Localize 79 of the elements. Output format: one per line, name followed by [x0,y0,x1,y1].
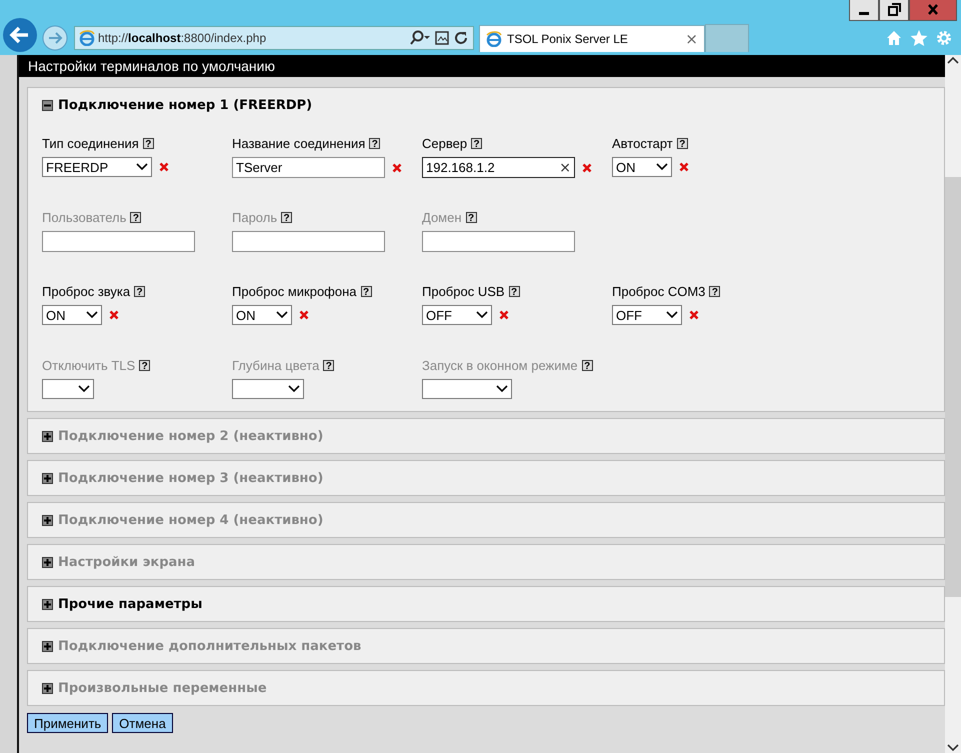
dropdown[interactable]: FREERDP [42,157,152,177]
field-label: Пароль [232,210,278,224]
expand-icon[interactable] [42,682,53,694]
input-field[interactable] [422,231,575,252]
url-text: http://localhost:8800/index.php [98,31,268,45]
caret-icon [656,163,668,171]
field-label: Отключить TLS [42,358,136,372]
field-label: Проброс USB [422,284,505,298]
field-label: Автостарт [612,136,673,150]
input-field[interactable]: TServer [232,157,385,178]
tab-title: TSOL Ponix Server LE [507,32,629,46]
caret-icon [276,311,288,319]
scrollbar[interactable] [945,55,961,753]
field-label: Запуск в оконном режиме [422,358,578,372]
field-label: Проброс звука [42,284,130,298]
input-field[interactable]: 192.168.1.2 × [422,157,575,178]
field-label: Название соединения [232,136,366,150]
input-field[interactable] [42,231,195,252]
caret-icon [666,311,678,319]
back-icon[interactable] [2,17,38,53]
dropdown[interactable]: ON [232,305,292,325]
help-icon[interactable]: ? [142,138,154,148]
field-label: Пользователь [42,210,126,224]
help-icon[interactable]: ? [323,360,334,370]
cancel-button[interactable]: Отмена [112,713,173,733]
help-icon[interactable]: ? [508,286,520,296]
scroll-thumb[interactable] [945,177,961,597]
dropdown[interactable]: OFF [422,305,492,325]
dropdown[interactable]: ON [42,305,102,325]
help-icon[interactable]: ? [369,138,380,148]
restore-icon[interactable] [879,0,909,21]
collapse-icon[interactable] [42,100,53,110]
address-bar[interactable]: http://localhost:8800/index.php [74,26,474,50]
expand-icon[interactable] [42,640,53,652]
section-title[interactable]: Прочие параметры [58,596,202,612]
help-icon[interactable]: ? [466,212,477,222]
caret-icon [78,385,90,393]
help-icon[interactable]: ? [676,138,688,148]
field-label: Домен [422,210,462,224]
expand-icon[interactable] [42,514,53,526]
close-icon[interactable] [909,0,957,21]
field-label: Проброс микрофона [232,284,357,298]
star-icon[interactable] [910,29,928,47]
help-icon[interactable]: ? [134,286,146,296]
section-title[interactable]: Подключение номер 1 (FREERDP) [58,98,312,112]
browser-logo-icon [486,30,502,46]
input-field[interactable] [232,231,385,252]
field-label: Сервер [422,136,468,150]
refresh-icon[interactable] [453,30,469,46]
expand-icon[interactable] [42,598,53,610]
help-icon[interactable]: ? [130,212,142,222]
help-icon[interactable]: ? [709,286,720,296]
dropdown[interactable]: OFF [612,305,682,325]
caret-icon [288,385,300,393]
help-icon[interactable]: ? [139,360,150,370]
field-label: Тип соединения [42,136,139,150]
help-icon[interactable]: ? [281,212,292,222]
expand-icon[interactable] [42,430,53,442]
field-label: Глубина цвета [232,358,320,372]
help-icon[interactable]: ? [360,286,372,296]
minimize-icon[interactable] [849,0,879,21]
browser-logo-icon [79,30,95,46]
help-icon[interactable]: ? [471,138,482,148]
caret-icon [86,311,98,319]
page-title: Настройки терминалов по умолчанию [28,58,275,74]
caret-icon [496,385,508,393]
field-label: Проброс COM3 [612,284,706,298]
caret-icon [476,311,488,319]
search-icon[interactable] [409,30,431,46]
compatibility-icon[interactable] [434,30,450,46]
caret-icon [136,163,148,171]
dropdown[interactable]: ON [612,157,672,177]
tab-close-button[interactable]: × [685,30,698,48]
expand-icon[interactable] [42,556,53,568]
apply-button[interactable]: Применить [27,713,108,733]
help-icon[interactable]: ? [582,360,593,370]
dropdown[interactable] [42,379,94,399]
browser-tab[interactable]: TSOL Ponix Server LE × [479,24,705,52]
expand-icon[interactable] [42,472,53,484]
